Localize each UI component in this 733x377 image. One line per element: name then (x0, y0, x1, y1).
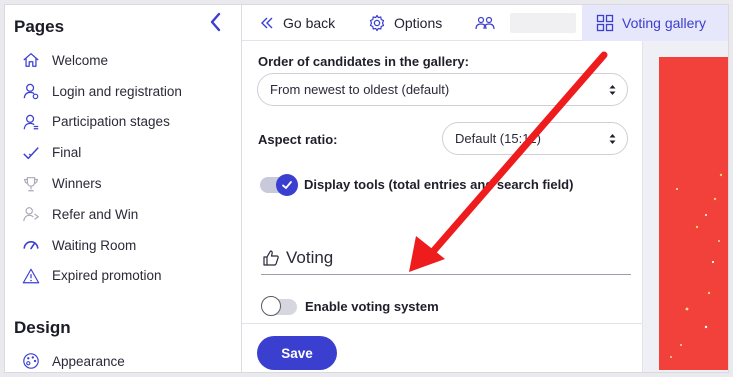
order-select[interactable]: From newest to oldest (default) (257, 73, 628, 106)
select-arrows-icon (609, 134, 616, 144)
sidebar-item-label: Appearance (52, 353, 125, 369)
options-button[interactable]: Options (368, 5, 442, 41)
sidebar-item-label: Refer and Win (52, 206, 139, 222)
trophy-icon (21, 174, 41, 194)
enable-voting-label: Enable voting system (305, 299, 439, 314)
sidebar-item-final[interactable]: Final (21, 137, 236, 168)
aspect-ratio-select[interactable]: Default (15:12) (442, 122, 628, 155)
redacted-name-box (510, 13, 576, 33)
toggle-knob (276, 174, 298, 196)
sidebar-item-welcome[interactable]: Welcome (21, 45, 236, 76)
user-icon (21, 81, 41, 101)
confetti-decoration (670, 173, 723, 358)
sidebar-item-label: Winners (52, 176, 102, 192)
collapse-sidebar-icon[interactable] (205, 11, 227, 33)
sidebar-item-expired-promotion[interactable]: Expired promotion (21, 261, 236, 292)
sidebar-item-label: Final (52, 145, 82, 161)
preview-image (659, 57, 728, 370)
sidebar-item-waiting-room[interactable]: Waiting Room (21, 230, 236, 261)
select-arrows-icon (609, 85, 616, 95)
check-icon (21, 143, 41, 163)
pages-heading: Pages (14, 17, 65, 36)
home-icon (21, 50, 41, 70)
order-label: Order of candidates in the gallery: (258, 54, 469, 69)
people-icon (475, 16, 495, 30)
gauge-icon (21, 235, 41, 255)
sidebar-item-login-and-registration[interactable]: Login and registration (21, 76, 236, 107)
voting-title-text: Voting (286, 248, 334, 267)
palette-icon (21, 351, 41, 371)
voting-gallery-label: Voting gallery (622, 15, 707, 31)
grid-icon (596, 14, 614, 32)
participants-button[interactable] (475, 5, 576, 41)
toggle-knob (261, 296, 281, 316)
settings-scroll-area: Order of candidates in the gallery: From… (242, 41, 642, 324)
aspect-ratio-label: Aspect ratio: (258, 132, 338, 147)
voting-section-title: Voting (262, 248, 333, 268)
tab-voting-gallery[interactable]: Voting gallery (582, 5, 728, 41)
sidebar-item-label: Login and registration (52, 83, 182, 99)
pages-list: Welcome Login and registration Participa… (21, 45, 236, 291)
options-label: Options (394, 15, 443, 31)
user-stages-icon (21, 112, 41, 132)
enable-voting-toggle[interactable] (261, 296, 297, 316)
sidebar-item-appearance[interactable]: Appearance (21, 346, 125, 372)
sidebar-item-label: Participation stages (52, 114, 170, 130)
double-chevron-left-icon (261, 17, 273, 29)
settings-panel: Order of candidates in the gallery: From… (242, 41, 642, 372)
sidebar-item-winners[interactable]: Winners (21, 168, 236, 199)
share-icon (21, 204, 41, 224)
check-icon (282, 181, 292, 190)
sidebar-item-label: Welcome (52, 52, 109, 68)
design-heading: Design (14, 318, 71, 337)
sidebar-item-participation-stages[interactable]: Participation stages (21, 107, 236, 138)
top-bar: Go back Options Voting gallery (242, 5, 728, 41)
warning-icon (21, 266, 41, 286)
gear-icon (369, 14, 385, 32)
sidebar-item-label: Waiting Room (52, 237, 137, 253)
aspect-ratio-value: Default (15:12) (455, 131, 541, 146)
app-frame: Pages Welcome Login and registration Par… (4, 4, 729, 373)
sidebar: Pages Welcome Login and registration Par… (5, 5, 242, 372)
thumbs-up-icon (263, 250, 279, 266)
go-back-label: Go back (283, 15, 336, 31)
go-back-button[interactable]: Go back (259, 5, 335, 41)
section-divider (261, 274, 631, 275)
order-select-value: From newest to oldest (default) (270, 82, 450, 97)
display-tools-toggle[interactable] (260, 174, 298, 196)
preview-pane (642, 41, 728, 372)
sidebar-item-label: Expired promotion (52, 268, 162, 284)
save-button[interactable]: Save (257, 336, 337, 370)
display-tools-label: Display tools (total entries and search … (304, 177, 574, 192)
sidebar-item-refer-and-win[interactable]: Refer and Win (21, 199, 236, 230)
